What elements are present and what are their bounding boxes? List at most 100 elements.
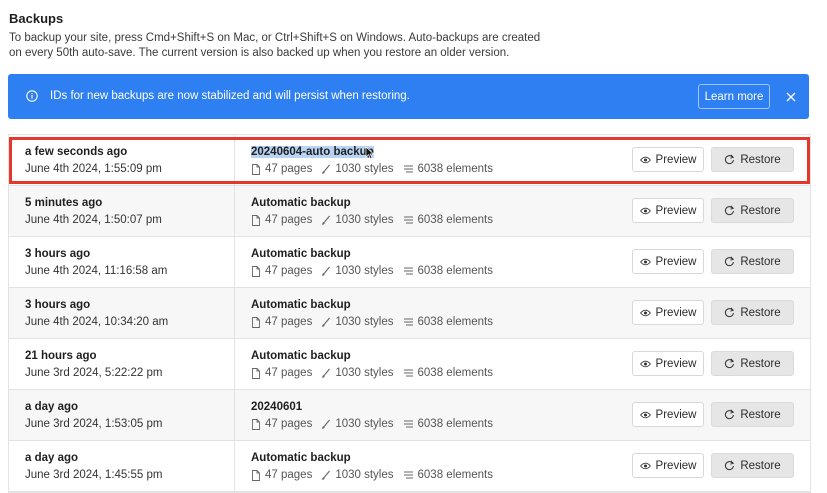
close-icon: [786, 92, 796, 102]
preview-button[interactable]: Preview: [632, 198, 704, 223]
backup-styles: 1030 styles: [335, 316, 394, 328]
elements-icon: [403, 216, 413, 224]
page-description: To backup your site, press Cmd+Shift+S o…: [9, 32, 541, 59]
backup-meta: 47 pages 1030 styles 6038 elements: [251, 418, 493, 430]
preview-label: Preview: [655, 306, 697, 319]
backup-row: a day ago June 3rd 2024, 1:45:55 pm Auto…: [9, 441, 810, 492]
preview-label: Preview: [655, 459, 697, 472]
restore-label: Restore: [740, 357, 781, 370]
backup-row: a day ago June 3rd 2024, 1:53:05 pm 2024…: [9, 390, 810, 441]
restore-label: Restore: [740, 306, 781, 319]
eye-icon: [639, 156, 651, 163]
restore-icon: [725, 154, 735, 165]
restore-button[interactable]: Restore: [711, 249, 794, 274]
preview-button[interactable]: Preview: [632, 453, 704, 478]
restore-icon: [725, 409, 735, 420]
backup-relative-time: a day ago: [25, 401, 79, 413]
elements-icon: [403, 420, 413, 428]
backup-styles: 1030 styles: [335, 367, 394, 379]
backup-timestamp: June 4th 2024, 1:50:07 pm: [25, 214, 162, 226]
preview-label: Preview: [655, 153, 697, 166]
backup-pages: 47 pages: [265, 214, 313, 226]
info-banner: IDs for new backups are now stabilized a…: [8, 74, 809, 119]
column-divider: [234, 339, 235, 389]
brush-icon: [322, 164, 331, 174]
backup-styles: 1030 styles: [335, 265, 394, 277]
backup-meta: 47 pages 1030 styles 6038 elements: [251, 316, 493, 328]
backup-row: 5 minutes ago June 4th 2024, 1:50:07 pm …: [9, 186, 810, 237]
restore-icon: [725, 256, 735, 267]
backup-relative-time: 21 hours ago: [25, 350, 97, 362]
backups-page: Backups To backup your site, press Cmd+S…: [0, 0, 827, 493]
restore-button[interactable]: Restore: [711, 351, 794, 376]
backup-elements: 6038 elements: [417, 316, 493, 328]
close-banner-button[interactable]: [782, 88, 800, 106]
backup-pages: 47 pages: [265, 469, 313, 481]
backup-name: 20240604-auto backup: [251, 146, 374, 158]
backup-timestamp: June 4th 2024, 11:16:58 am: [25, 265, 168, 277]
restore-icon: [725, 307, 735, 318]
eye-icon: [639, 411, 651, 418]
preview-button[interactable]: Preview: [632, 147, 704, 172]
backup-pages: 47 pages: [265, 316, 313, 328]
page-icon: [252, 367, 260, 379]
eye-icon: [639, 360, 651, 367]
backup-elements: 6038 elements: [417, 367, 493, 379]
restore-button[interactable]: Restore: [711, 300, 794, 325]
backup-list: a few seconds ago June 4th 2024, 1:55:09…: [8, 134, 811, 493]
backup-elements: 6038 elements: [417, 163, 493, 175]
eye-icon: [639, 258, 651, 265]
preview-button[interactable]: Preview: [632, 249, 704, 274]
column-divider: [234, 288, 235, 338]
page-icon: [252, 469, 260, 481]
banner-message: IDs for new backups are now stabilized a…: [50, 90, 410, 102]
restore-icon: [725, 205, 735, 216]
restore-button[interactable]: Restore: [711, 402, 794, 427]
restore-button[interactable]: Restore: [711, 453, 794, 478]
backup-name: Automatic backup: [251, 452, 351, 464]
backup-timestamp: June 4th 2024, 1:55:09 pm: [25, 163, 162, 175]
restore-label: Restore: [740, 459, 781, 472]
backup-meta: 47 pages 1030 styles 6038 elements: [251, 214, 493, 226]
backup-timestamp: June 4th 2024, 10:34:20 am: [25, 316, 169, 328]
backup-styles: 1030 styles: [335, 163, 394, 175]
backup-meta: 47 pages 1030 styles 6038 elements: [251, 367, 493, 379]
eye-icon: [639, 462, 651, 469]
backup-relative-time: 3 hours ago: [25, 248, 91, 260]
backup-elements: 6038 elements: [417, 418, 493, 430]
restore-label: Restore: [740, 255, 781, 268]
restore-button[interactable]: Restore: [711, 198, 794, 223]
backup-elements: 6038 elements: [417, 214, 493, 226]
backup-styles: 1030 styles: [335, 469, 394, 481]
preview-button[interactable]: Preview: [632, 402, 704, 427]
preview-label: Preview: [655, 408, 697, 421]
restore-label: Restore: [740, 204, 781, 217]
page-icon: [252, 265, 260, 277]
page-icon: [252, 316, 260, 328]
page-icon: [252, 214, 260, 226]
brush-icon: [322, 317, 331, 327]
backup-row: 21 hours ago June 3rd 2024, 5:22:22 pm A…: [9, 339, 810, 390]
preview-button[interactable]: Preview: [632, 300, 704, 325]
column-divider: [234, 135, 235, 185]
backup-meta: 47 pages 1030 styles 6038 elements: [251, 265, 493, 277]
backup-relative-time: 3 hours ago: [25, 299, 91, 311]
restore-label: Restore: [740, 153, 781, 166]
brush-icon: [322, 470, 331, 480]
mouse-cursor-icon: [365, 146, 375, 160]
restore-icon: [725, 460, 735, 471]
column-divider: [234, 237, 235, 287]
backup-pages: 47 pages: [265, 265, 313, 277]
backup-name: Automatic backup: [251, 299, 351, 311]
backup-relative-time: a few seconds ago: [25, 146, 128, 158]
backup-relative-time: a day ago: [25, 452, 79, 464]
elements-icon: [403, 165, 413, 173]
info-icon: [26, 90, 38, 102]
page-icon: [252, 418, 260, 430]
eye-icon: [639, 207, 651, 214]
restore-button[interactable]: Restore: [711, 147, 794, 172]
elements-icon: [403, 471, 413, 479]
preview-button[interactable]: Preview: [632, 351, 704, 376]
preview-label: Preview: [655, 204, 697, 217]
learn-more-button[interactable]: Learn more: [698, 84, 770, 109]
